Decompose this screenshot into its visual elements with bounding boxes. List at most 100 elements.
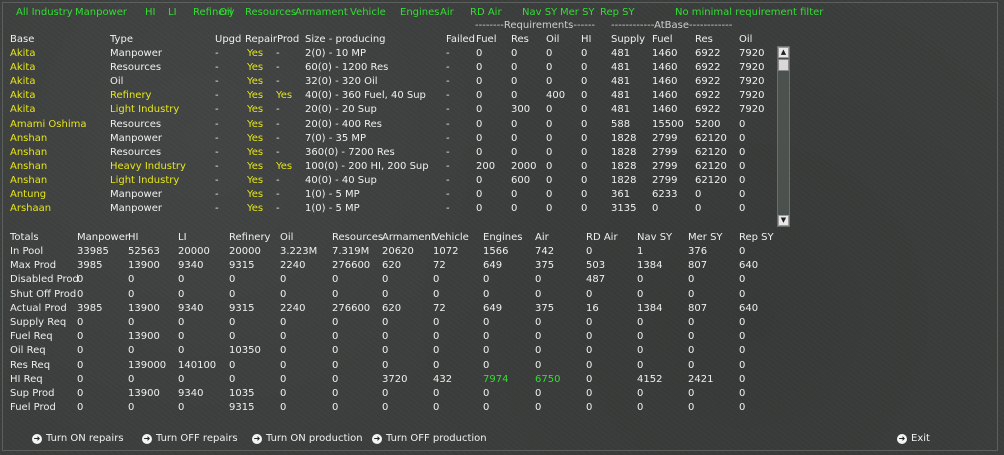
totals-cell: 13900 — [128, 331, 160, 342]
filter-mer-sy[interactable]: Mer SY — [560, 7, 595, 19]
filter-manpower[interactable]: Manpower — [75, 7, 127, 19]
base-cell: 1828 — [611, 147, 637, 158]
scrollbar-thumb[interactable] — [778, 59, 789, 71]
filter-resources[interactable]: Resources — [245, 7, 296, 19]
totals-cell: 620 — [382, 303, 402, 314]
totals-row-label: Actual Prod — [10, 303, 67, 314]
base-cell: - — [215, 203, 219, 214]
base-cell: 6233 — [652, 189, 678, 200]
base-cell: 0 — [546, 62, 553, 73]
totals-cell: 0 — [77, 374, 84, 385]
totals-cell: 0 — [229, 374, 236, 385]
filter-no-minimal-requirement-filter[interactable]: No minimal requirement filter — [675, 7, 823, 19]
base-column-header: Oil — [739, 34, 753, 45]
totals-column-header: Refinery — [229, 232, 271, 243]
totals-cell: 0 — [280, 331, 287, 342]
totals-column-header: LI — [178, 232, 187, 243]
base-cell: Yes — [247, 147, 264, 158]
totals-row-label: Res Req — [10, 360, 51, 371]
totals-cell: 0 — [739, 274, 746, 285]
action-turn-off-repairs-button[interactable]: ➜ Turn OFF repairs — [142, 433, 238, 445]
base-cell: Resources — [110, 119, 162, 130]
base-cell: 62120 — [695, 161, 727, 172]
filter-li[interactable]: LI — [168, 7, 177, 19]
totals-cell: 620 — [382, 260, 402, 271]
base-cell: Yes — [247, 133, 264, 144]
filter-oil[interactable]: Oil — [219, 7, 232, 19]
totals-cell: 0 — [483, 360, 490, 371]
base-cell: - — [215, 147, 219, 158]
base-cell: 0 — [476, 90, 483, 101]
totals-row-label: Shut Off Prod — [10, 289, 77, 300]
base-cell: 0 — [739, 161, 746, 172]
totals-row-label: In Pool — [10, 246, 44, 257]
base-cell: 1460 — [652, 62, 678, 73]
base-cell: Anshan — [10, 147, 48, 158]
arrow-down-icon[interactable]: ▼ — [778, 215, 789, 226]
totals-cell: 0 — [483, 402, 490, 413]
filter-air[interactable]: Air — [440, 7, 454, 19]
base-cell: - — [276, 62, 280, 73]
base-cell: 300 — [511, 104, 531, 115]
totals-cell: 0 — [178, 402, 185, 413]
totals-cell: 0 — [739, 388, 746, 399]
arrow-up-icon[interactable]: ▲ — [778, 47, 789, 58]
requirements-group-header: --------Requirements------ — [475, 20, 596, 31]
totals-row-label: HI Req — [10, 374, 43, 385]
filter-engines[interactable]: Engines — [400, 7, 439, 19]
totals-cell: 9340 — [178, 303, 204, 314]
totals-cell: 2240 — [280, 303, 306, 314]
totals-cell: 6750 — [535, 374, 561, 385]
base-cell: 1828 — [611, 175, 637, 186]
totals-cell: 0 — [483, 317, 490, 328]
totals-cell: 0 — [433, 317, 440, 328]
totals-cell: 0 — [382, 331, 389, 342]
base-cell: 0 — [511, 203, 518, 214]
filter-nav-sy[interactable]: Nav SY — [522, 7, 557, 19]
base-table-scrollbar[interactable]: ▲ ▼ — [777, 46, 790, 227]
base-cell: 0 — [476, 62, 483, 73]
arrow-right-circle-icon: ➜ — [32, 434, 42, 444]
action-turn-on-production-button[interactable]: ➜ Turn ON production — [252, 433, 363, 445]
filter-armament[interactable]: Armament — [295, 7, 348, 19]
base-cell: 0 — [511, 76, 518, 87]
totals-cell: 0 — [128, 374, 135, 385]
base-cell: 1460 — [652, 104, 678, 115]
action-turn-on-repairs-button[interactable]: ➜ Turn ON repairs — [32, 433, 124, 445]
totals-cell: 0 — [433, 360, 440, 371]
totals-cell: 0 — [178, 289, 185, 300]
filter-hi[interactable]: HI — [145, 7, 155, 19]
action-turn-off-production-button[interactable]: ➜ Turn OFF production — [372, 433, 487, 445]
totals-cell: 0 — [483, 388, 490, 399]
base-cell: Akita — [10, 104, 36, 115]
filter-rd-air[interactable]: RD Air — [470, 7, 502, 19]
totals-cell: 10350 — [229, 345, 261, 356]
totals-cell: 7974 — [483, 374, 509, 385]
totals-cell: 0 — [739, 246, 746, 257]
base-cell: - — [446, 189, 450, 200]
base-column-header: Size - producing — [305, 34, 386, 45]
atbase-group-header: ------------AtBase------------ — [611, 20, 733, 31]
base-cell: 40(0) - 360 Fuel, 40 Sup — [305, 90, 426, 101]
filter-vehicle[interactable]: Vehicle — [350, 7, 386, 19]
base-cell: 7920 — [739, 90, 765, 101]
base-cell: 0 — [511, 48, 518, 59]
base-cell: - — [215, 90, 219, 101]
totals-cell: 72 — [433, 260, 446, 271]
totals-row-label: Sup Prod — [10, 388, 55, 399]
totals-row-label: Disabled Prod — [10, 274, 79, 285]
base-cell: 0 — [695, 189, 702, 200]
base-cell: 1460 — [652, 90, 678, 101]
filter-all-industry[interactable]: All Industry — [16, 7, 73, 19]
exit-button[interactable]: ➜ Exit — [897, 433, 930, 445]
totals-cell: 0 — [77, 360, 84, 371]
base-cell: 0 — [739, 133, 746, 144]
totals-cell: 375 — [535, 260, 555, 271]
base-cell: 40(0) - 40 Sup — [305, 175, 377, 186]
base-cell: - — [446, 175, 450, 186]
base-cell: 0 — [476, 189, 483, 200]
base-cell: 0 — [695, 203, 702, 214]
filter-rep-sy[interactable]: Rep SY — [600, 7, 635, 19]
totals-cell: 0 — [688, 289, 695, 300]
totals-cell: 0 — [77, 274, 84, 285]
